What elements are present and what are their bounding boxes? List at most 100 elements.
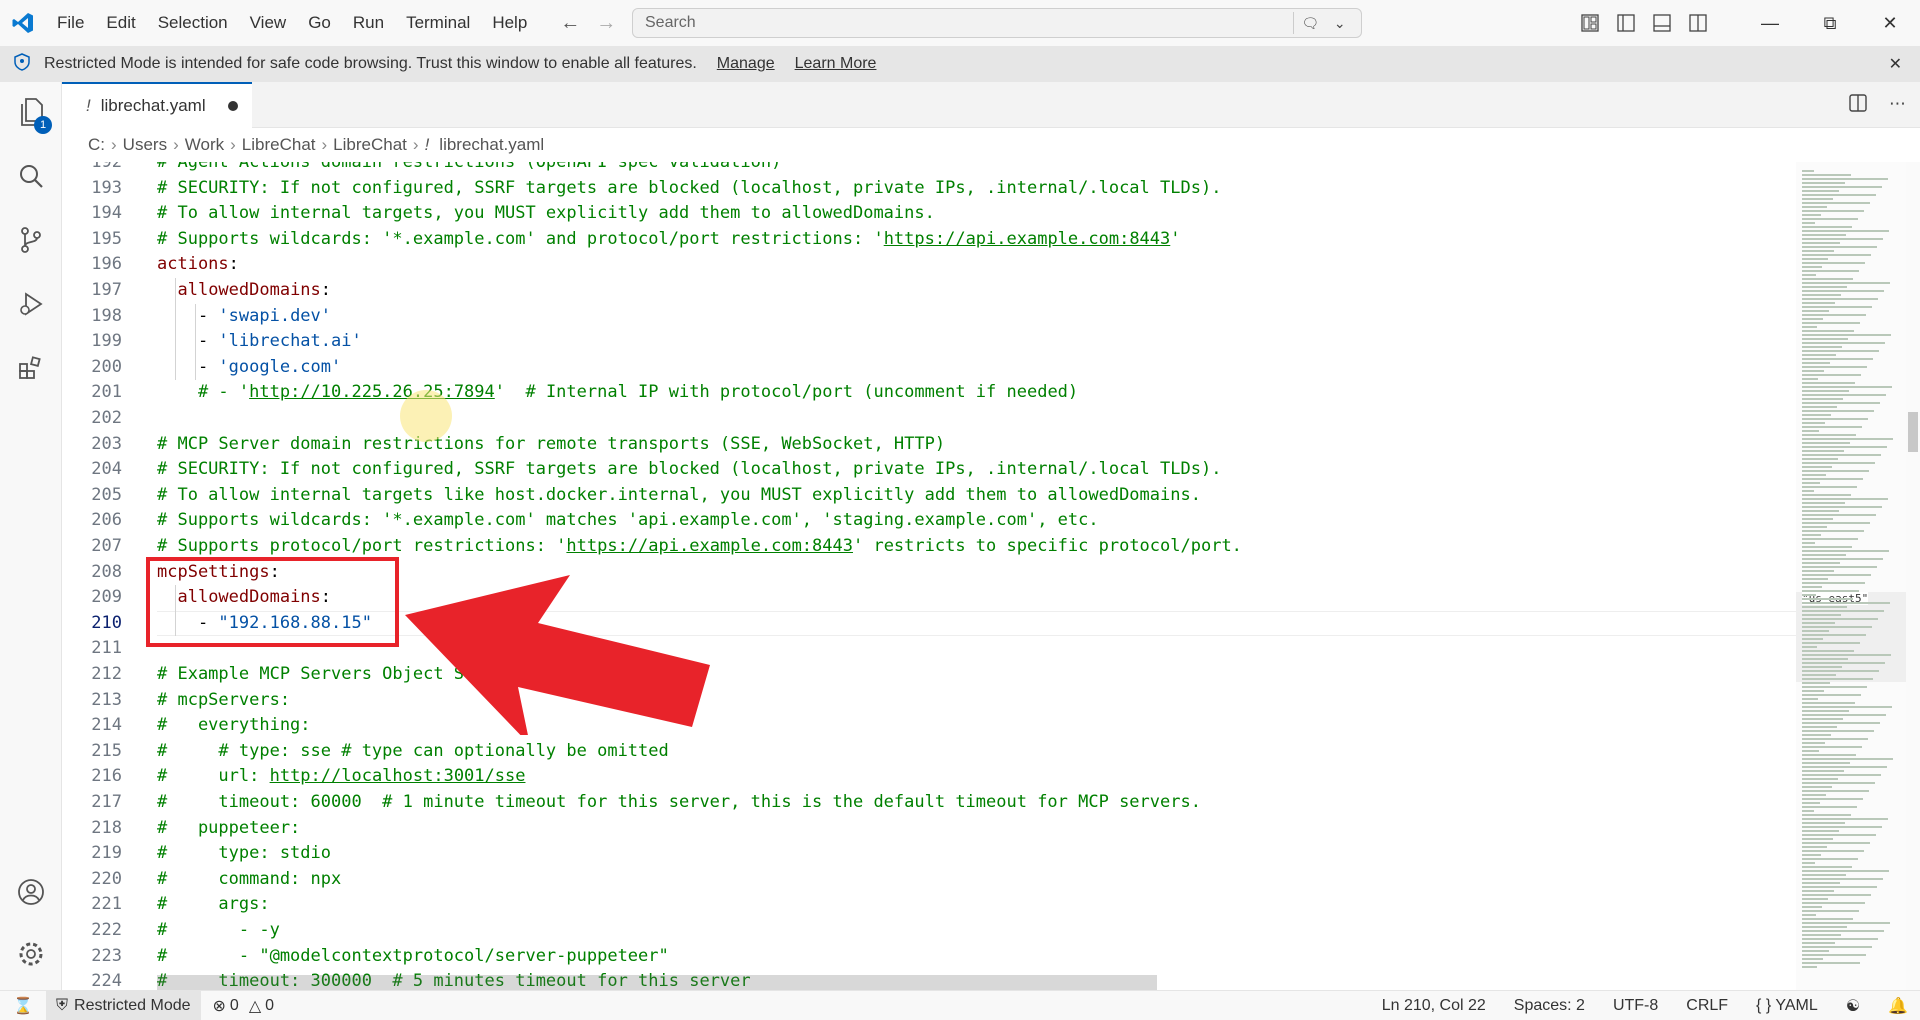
copilot-icon[interactable]: ☯	[1846, 996, 1860, 1016]
minimap-line	[1802, 886, 1877, 888]
code-line[interactable]: 200 - 'google.com'	[62, 355, 1762, 381]
language-mode[interactable]: { } YAML	[1756, 997, 1818, 1015]
breadcrumb-item[interactable]: Users	[123, 135, 167, 155]
minimap-line	[1802, 430, 1819, 432]
customize-layout-icon[interactable]	[1572, 0, 1608, 46]
menu-terminal[interactable]: Terminal	[395, 0, 481, 46]
code-line[interactable]: 192 # Agent Actions domain restrictions (…	[62, 162, 1762, 176]
code-line[interactable]: 197 allowedDomains:	[62, 278, 1762, 304]
minimap-line	[1802, 602, 1890, 604]
code-line[interactable]: 214 # everything:	[62, 713, 1762, 739]
remote-icon[interactable]: ⌛	[0, 991, 46, 1020]
tab-librechat-yaml[interactable]: ! librechat.yaml	[62, 82, 252, 128]
code-line[interactable]: 223 # - "@modelcontextprotocol/server-pup…	[62, 944, 1762, 970]
code-line[interactable]: 202	[62, 406, 1762, 432]
code-line[interactable]: 222 # - -y	[62, 918, 1762, 944]
minimap-line	[1802, 506, 1882, 508]
minimap-line	[1802, 594, 1816, 596]
line-number: 211	[91, 638, 122, 659]
minimap-line	[1802, 762, 1850, 764]
breadcrumb-item[interactable]: LibreChat	[242, 135, 316, 155]
run-debug-icon[interactable]	[0, 274, 62, 334]
code-line[interactable]: 206 # Supports wildcards: '*.example.com'…	[62, 508, 1762, 534]
breadcrumb-item[interactable]: LibreChat	[333, 135, 407, 155]
code-line[interactable]: 205 # To allow internal targets like host…	[62, 483, 1762, 509]
code-line[interactable]: 195 # Supports wildcards: '*.example.com'…	[62, 227, 1762, 253]
line-number: 197	[91, 280, 122, 300]
banner-manage-link[interactable]: Manage	[717, 55, 775, 73]
breadcrumb-item[interactable]: C:	[88, 135, 105, 155]
toggle-secondary-sidebar-icon[interactable]	[1680, 0, 1716, 46]
toggle-primary-sidebar-icon[interactable]	[1608, 0, 1644, 46]
menu-help[interactable]: Help	[481, 0, 538, 46]
copilot-chat-button[interactable]: 🗨 ⌄	[1293, 12, 1353, 34]
code-token: allowedDomains	[177, 280, 321, 300]
close-banner-icon[interactable]: ✕	[1889, 54, 1902, 74]
restricted-mode-status[interactable]: ⛨ Restricted Mode	[46, 990, 201, 1020]
code-line[interactable]: 217 # timeout: 60000 # 1 minute timeout f…	[62, 790, 1762, 816]
code-token: # - -y	[157, 920, 280, 940]
code-line[interactable]: 198 - 'swapi.dev'	[62, 304, 1762, 330]
menu-view[interactable]: View	[239, 0, 298, 46]
problems-status[interactable]: ⊗ 0 △ 0	[213, 996, 275, 1016]
menu-go[interactable]: Go	[297, 0, 342, 46]
cursor-position[interactable]: Ln 210, Col 22	[1382, 997, 1486, 1015]
settings-gear-icon[interactable]	[0, 924, 62, 984]
forward-arrow-icon[interactable]: →	[588, 12, 624, 35]
vertical-scrollbar[interactable]	[1906, 162, 1920, 990]
banner-learn-more-link[interactable]: Learn More	[795, 55, 877, 73]
restore-icon[interactable]: ⧉	[1800, 0, 1860, 46]
code-token: :	[228, 254, 239, 275]
unsaved-dot-icon[interactable]	[227, 101, 238, 111]
code-line[interactable]: 204 # SECURITY: If not configured, SSRF t…	[62, 457, 1762, 483]
breadcrumb-item[interactable]: librechat.yaml	[439, 135, 544, 155]
code-line[interactable]: 203 # MCP Server domain restrictions for …	[62, 432, 1762, 458]
code-line[interactable]: 221 # args:	[62, 892, 1762, 918]
notifications-bell-icon[interactable]: 🔔	[1888, 996, 1908, 1016]
code-line[interactable]: 218 # puppeteer:	[62, 816, 1762, 842]
minimap-line	[1802, 922, 1890, 924]
minimap-line	[1802, 222, 1815, 224]
source-control-icon[interactable]	[0, 210, 62, 270]
code-line[interactable]: 199 - 'librechat.ai'	[62, 329, 1762, 355]
minimap[interactable]: "us-east5"	[1796, 162, 1906, 990]
code-line[interactable]: 213 # mcpServers:	[62, 688, 1762, 714]
breadcrumb-item[interactable]: Work	[185, 135, 224, 155]
more-actions-icon[interactable]: ⋯	[1889, 94, 1906, 117]
menu-run[interactable]: Run	[342, 0, 395, 46]
code-line[interactable]: 193 # SECURITY: If not configured, SSRF t…	[62, 176, 1762, 202]
code-line[interactable]: 215 # # type: sse # type can optionally b…	[62, 739, 1762, 765]
code-token: -	[157, 305, 219, 326]
extensions-icon[interactable]	[0, 338, 62, 398]
indentation[interactable]: Spaces: 2	[1514, 997, 1585, 1015]
minimap-line	[1802, 718, 1843, 720]
minimap-line	[1802, 242, 1840, 244]
minimize-icon[interactable]: —	[1740, 0, 1800, 46]
code-line[interactable]: 201 # - 'http://10.225.26.25:7894' # Int…	[62, 380, 1762, 406]
accounts-icon[interactable]	[0, 862, 62, 922]
scrollbar-thumb[interactable]	[1908, 412, 1918, 452]
toggle-panel-icon[interactable]	[1644, 0, 1680, 46]
back-arrow-icon[interactable]: ←	[552, 12, 588, 35]
split-editor-icon[interactable]	[1849, 94, 1867, 117]
menu-edit[interactable]: Edit	[95, 0, 146, 46]
code-line[interactable]: 219 # type: stdio	[62, 841, 1762, 867]
menu-selection[interactable]: Selection	[147, 0, 239, 46]
code-line[interactable]: 196 actions:	[62, 252, 1762, 278]
end-of-line[interactable]: CRLF	[1686, 997, 1728, 1015]
menu-file[interactable]: File	[46, 0, 95, 46]
code-line[interactable]: 194 # To allow internal targets, you MUST…	[62, 201, 1762, 227]
code-line[interactable]: 207 # Supports protocol/port restrictions…	[62, 534, 1762, 560]
command-center-search[interactable]: Search 🗨 ⌄	[632, 8, 1362, 38]
horizontal-scrollbar[interactable]	[157, 975, 1157, 990]
close-window-icon[interactable]: ✕	[1860, 0, 1920, 46]
code-line[interactable]: 212 # Example MCP Servers Object Str	[62, 662, 1762, 688]
line-number: 200	[91, 356, 122, 377]
minimap-line	[1802, 554, 1846, 556]
explorer-icon[interactable]: 1	[0, 82, 62, 142]
banner-message: Restricted Mode is intended for safe cod…	[44, 55, 697, 72]
code-line[interactable]: 216 # url: http://localhost:3001/sse	[62, 764, 1762, 790]
encoding[interactable]: UTF-8	[1613, 997, 1658, 1015]
search-icon[interactable]	[0, 146, 62, 206]
code-line[interactable]: 220 # command: npx	[62, 867, 1762, 893]
